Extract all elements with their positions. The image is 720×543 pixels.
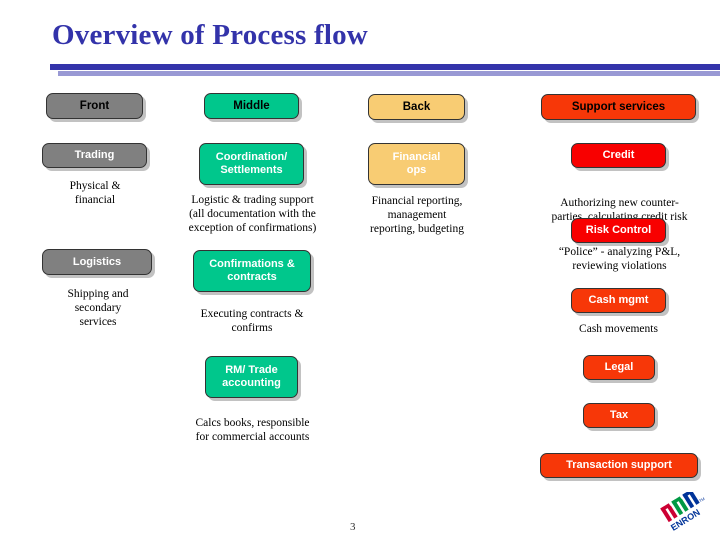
header-front[interactable]: Front [46, 93, 143, 119]
box-risk-control-label: Risk Control [585, 224, 652, 236]
box-trading-label: Trading [74, 149, 115, 161]
header-front-label: Front [79, 99, 110, 112]
header-middle[interactable]: Middle [204, 93, 299, 119]
box-coordination-label-line2: Settlements [220, 164, 283, 176]
box-legal-label: Legal [604, 361, 634, 373]
caption-coordination-line2: (all documentation with the [189, 208, 316, 220]
caption-credit-line1: Authorizing new counter- [560, 197, 679, 209]
caption-logistics-line3: services [79, 316, 117, 328]
caption-risk-control-line1: “Police” - analyzing P&L, [558, 246, 681, 258]
title-rule-light [58, 71, 720, 76]
caption-financial-ops-line3: reporting, budgeting [370, 223, 464, 235]
box-legal[interactable]: Legal [583, 355, 655, 380]
caption-coordination: Logistic & trading support (all document… [180, 193, 325, 235]
caption-confirmations-line1: Executing contracts & [200, 308, 304, 320]
header-middle-label: Middle [233, 99, 270, 112]
caption-rm-trade-accounting: Calcs books, responsible for commercial … [180, 416, 325, 444]
page-title: Overview of Process flow [52, 19, 368, 51]
box-confirmations-label-line1: Confirmations & [209, 258, 295, 270]
box-logistics[interactable]: Logistics [42, 249, 152, 275]
slide-canvas: Overview of Process flow Front Middle Ba… [0, 0, 720, 540]
box-transaction-support-label: Transaction support [566, 459, 672, 471]
box-credit-label: Credit [602, 149, 635, 161]
caption-logistics-line2: secondary [74, 302, 122, 314]
caption-trading: Physical & financial [35, 179, 155, 207]
box-transaction-support[interactable]: Transaction support [540, 453, 698, 478]
caption-confirmations: Executing contracts & confirms [182, 307, 322, 335]
enron-logo: ENRON TM [653, 489, 711, 538]
box-rm-label-line1: RM/ Trade [225, 364, 278, 376]
caption-rm-line1: Calcs books, responsible [195, 417, 310, 429]
caption-trading-line2: financial [74, 194, 116, 206]
box-financial-ops-label-line2: ops [406, 164, 427, 176]
box-cash-mgmt[interactable]: Cash mgmt [571, 288, 666, 313]
title-rule-dark [50, 64, 720, 70]
box-tax-label: Tax [609, 409, 629, 421]
caption-logistics-line1: Shipping and [67, 288, 129, 300]
caption-cash-mgmt: Cash movements [551, 322, 686, 336]
caption-financial-ops-line2: management [387, 209, 447, 221]
caption-coordination-line3: exception of confirmations) [188, 222, 317, 234]
box-confirmations-label-line2: contracts [227, 271, 277, 283]
caption-risk-control-line2: reviewing violations [572, 260, 667, 272]
box-logistics-label: Logistics [72, 255, 122, 268]
box-financial-ops-label-line1: Financial [392, 151, 441, 163]
box-tax[interactable]: Tax [583, 403, 655, 428]
box-rm-label-line2: accounting [222, 377, 281, 389]
enron-logo-tm: TM [698, 496, 706, 503]
caption-confirmations-line2: confirms [231, 322, 273, 334]
box-confirmations-contracts[interactable]: Confirmations & contracts [193, 250, 311, 292]
header-support-services[interactable]: Support services [541, 94, 696, 120]
box-risk-control[interactable]: Risk Control [571, 218, 666, 243]
header-back[interactable]: Back [368, 94, 465, 120]
box-credit[interactable]: Credit [571, 143, 666, 168]
header-back-label: Back [402, 100, 431, 113]
caption-cash-mgmt-line1: Cash movements [579, 323, 658, 335]
caption-financial-ops-line1: Financial reporting, [371, 195, 463, 207]
caption-risk-control: “Police” - analyzing P&L, reviewing viol… [537, 245, 702, 273]
caption-trading-line1: Physical & [69, 180, 121, 192]
header-support-services-label: Support services [571, 100, 666, 113]
box-coordination-label-line1: Coordination/ [215, 151, 288, 163]
box-coordination-settlements[interactable]: Coordination/ Settlements [199, 143, 304, 185]
box-cash-mgmt-label: Cash mgmt [588, 294, 649, 306]
box-financial-ops[interactable]: Financial ops [368, 143, 465, 185]
caption-financial-ops: Financial reporting, management reportin… [356, 194, 478, 236]
box-trading[interactable]: Trading [42, 143, 147, 168]
box-rm-trade-accounting[interactable]: RM/ Trade accounting [205, 356, 298, 398]
page-number: 3 [350, 521, 356, 533]
caption-rm-line2: for commercial accounts [195, 431, 310, 443]
caption-logistics: Shipping and secondary services [38, 287, 158, 329]
caption-coordination-line1: Logistic & trading support [191, 194, 314, 206]
